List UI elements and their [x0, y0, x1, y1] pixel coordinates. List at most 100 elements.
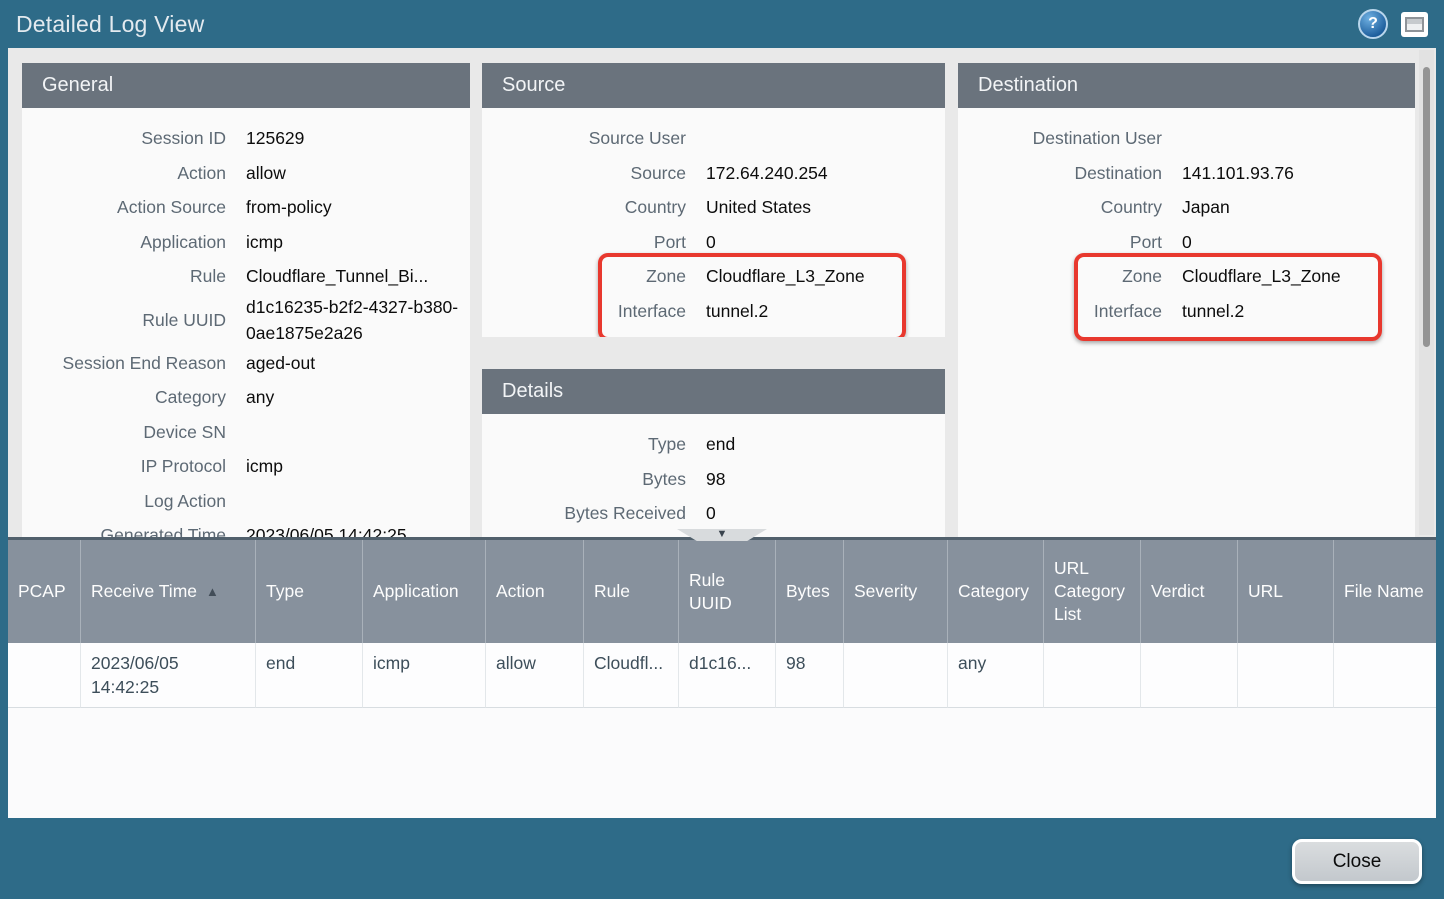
titlebar: Detailed Log View ? [0, 0, 1444, 48]
cell-pcap [8, 643, 80, 708]
cell-action: allow [485, 643, 583, 708]
details-panel: Details Typeend Bytes98 Bytes Received0 [482, 369, 945, 537]
col-header-rule[interactable]: Rule [583, 540, 678, 643]
field-row-source-country: CountryUnited States [482, 190, 945, 225]
help-icon[interactable]: ? [1358, 9, 1388, 39]
field-row-log-action: Log Action [22, 484, 470, 519]
chevron-down-icon: ▼ [717, 529, 728, 540]
destination-panel-header: Destination [958, 63, 1415, 108]
field-row-source-interface: Interfacetunnel.2 [482, 294, 945, 329]
field-value: 0 [1162, 229, 1415, 255]
field-label: Session ID [22, 127, 226, 149]
field-label: Rule UUID [22, 309, 226, 331]
field-label: Bytes Received [482, 502, 686, 524]
general-panel-body: Session ID125629 Actionallow Action Sour… [22, 108, 470, 537]
cell-severity [843, 643, 947, 708]
cell-category: any [947, 643, 1043, 708]
field-value: Cloudflare_L3_Zone [1162, 263, 1415, 289]
col-header-category[interactable]: Category [947, 540, 1043, 643]
col-header-bytes[interactable]: Bytes [775, 540, 843, 643]
cell-file-name [1333, 643, 1436, 708]
field-value: 98 [686, 466, 945, 492]
cell-receive-time: 2023/06/05 14:42:25 [80, 643, 255, 708]
table-row[interactable]: 2023/06/05 14:42:25 end icmp allow Cloud… [8, 643, 1436, 708]
field-label: Zone [958, 265, 1162, 287]
window-rect-glyph [1405, 17, 1424, 32]
field-value: Cloudflare_Tunnel_Bi... [226, 263, 470, 289]
col-header-file-name[interactable]: File Name [1333, 540, 1436, 643]
dialog-title: Detailed Log View [16, 11, 204, 38]
source-panel-body: Source User Source172.64.240.254 Country… [482, 108, 945, 337]
col-header-receive-time[interactable]: Receive Time ▲ [80, 540, 255, 643]
details-panel-body: Typeend Bytes98 Bytes Received0 [482, 414, 945, 537]
field-value: 125629 [226, 125, 470, 151]
cell-rule: Cloudfl... [583, 643, 678, 708]
col-header-url-category-list[interactable]: URL Category List [1043, 540, 1140, 643]
field-value: icmp [226, 229, 470, 255]
col-header-severity[interactable]: Severity [843, 540, 947, 643]
cell-application: icmp [362, 643, 485, 708]
field-row-destination-zone: ZoneCloudflare_L3_Zone [958, 259, 1415, 294]
col-header-action[interactable]: Action [485, 540, 583, 643]
field-row-device-sn: Device SN [22, 415, 470, 450]
col-header-verdict[interactable]: Verdict [1140, 540, 1237, 643]
scrollbar-thumb[interactable] [1423, 67, 1430, 347]
field-label: Source [482, 162, 686, 184]
field-label: Category [22, 386, 226, 408]
col-header-pcap[interactable]: PCAP [8, 540, 80, 643]
field-label: Interface [482, 300, 686, 322]
col-header-url[interactable]: URL [1237, 540, 1333, 643]
sort-ascending-icon: ▲ [206, 580, 219, 603]
detailed-log-view-dialog: Detailed Log View ? General Session ID12… [0, 0, 1444, 899]
field-label: Destination User [958, 127, 1162, 149]
field-label: Type [482, 433, 686, 455]
cell-type: end [255, 643, 362, 708]
field-row-action: Actionallow [22, 156, 470, 191]
field-row-type: Typeend [482, 427, 945, 462]
field-row-rule-uuid: Rule UUIDd1c16235-b2f2-4327-b380-0ae1875… [22, 294, 470, 346]
field-label: Country [958, 196, 1162, 218]
field-row-destination: Destination141.101.93.76 [958, 156, 1415, 191]
close-button[interactable]: Close [1292, 839, 1422, 884]
vertical-scrollbar[interactable] [1419, 50, 1434, 535]
field-value: icmp [226, 453, 470, 479]
field-value: 0 [686, 229, 945, 255]
detail-panels-area: General Session ID125629 Actionallow Act… [8, 48, 1436, 537]
details-panel-header: Details [482, 369, 945, 414]
field-row-rule: RuleCloudflare_Tunnel_Bi... [22, 259, 470, 294]
field-row-session-end-reason: Session End Reasonaged-out [22, 346, 470, 381]
field-value: Cloudflare_L3_Zone [686, 263, 945, 289]
field-label: Rule [22, 265, 226, 287]
field-label: Port [958, 231, 1162, 253]
cell-rule-uuid: d1c16... [678, 643, 775, 708]
destination-panel-body: Destination User Destination141.101.93.7… [958, 108, 1415, 537]
source-panel: Source Source User Source172.64.240.254 … [482, 63, 945, 337]
general-panel-header: General [22, 63, 470, 108]
field-label: Action [22, 162, 226, 184]
log-table-section: ▼ PCAP Receive Time▲ Type Application Ac… [8, 537, 1436, 818]
col-header-label: Receive Time [91, 580, 197, 603]
field-value: any [226, 384, 470, 410]
field-value: d1c16235-b2f2-4327-b380-0ae1875e2a26 [226, 294, 470, 346]
col-header-rule-uuid[interactable]: Rule UUID [678, 540, 775, 643]
window-icon[interactable] [1401, 12, 1428, 37]
field-value: 141.101.93.76 [1162, 160, 1415, 186]
field-row-source-zone: ZoneCloudflare_L3_Zone [482, 259, 945, 294]
field-label: Country [482, 196, 686, 218]
log-table-header: PCAP Receive Time ▲ Type Application Acti… [8, 540, 1436, 643]
field-value: from-policy [226, 194, 470, 220]
field-label: Interface [958, 300, 1162, 322]
col-header-type[interactable]: Type [255, 540, 362, 643]
field-label: Bytes [482, 468, 686, 490]
field-label: Zone [482, 265, 686, 287]
field-row-category: Categoryany [22, 380, 470, 415]
col-header-application[interactable]: Application [362, 540, 485, 643]
field-label: Session End Reason [22, 352, 226, 374]
field-row-destination-country: CountryJapan [958, 190, 1415, 225]
field-label: Log Action [22, 490, 226, 512]
field-row-source-user: Source User [482, 121, 945, 156]
field-row-source: Source172.64.240.254 [482, 156, 945, 191]
field-label: Device SN [22, 421, 226, 443]
field-label: Application [22, 231, 226, 253]
destination-panel: Destination Destination User Destination… [958, 63, 1415, 537]
